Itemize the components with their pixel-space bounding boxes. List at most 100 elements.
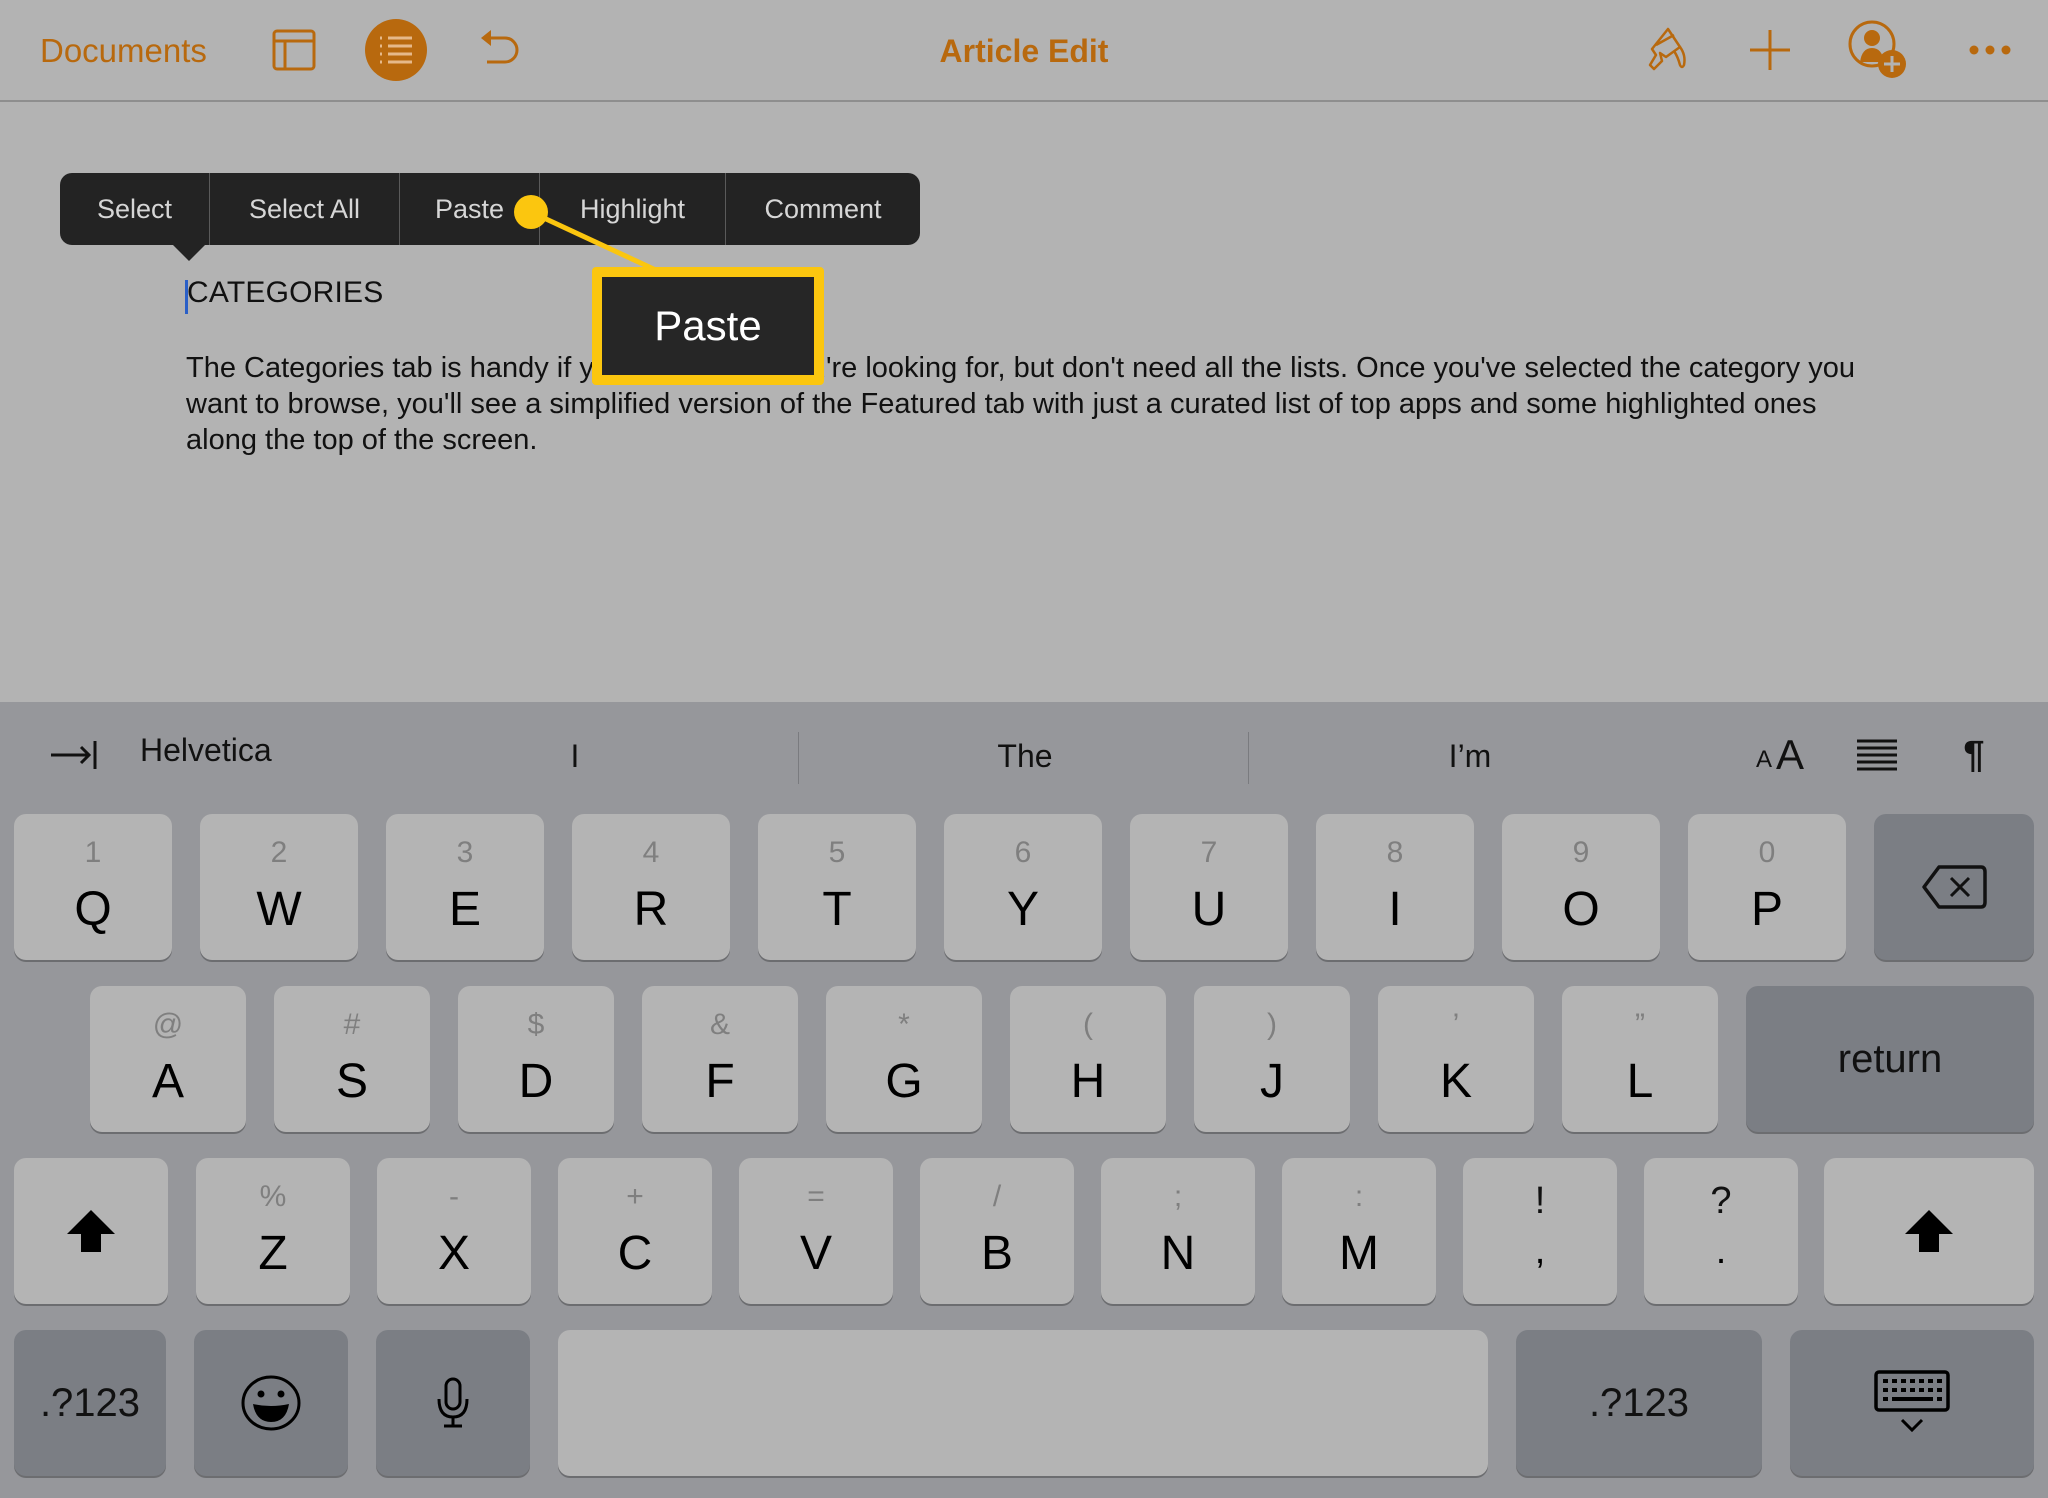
key-d[interactable]: $ D xyxy=(458,986,614,1132)
font-size-small-glyph: A xyxy=(1755,746,1772,773)
emoji-icon xyxy=(241,1375,301,1431)
font-name-button[interactable]: Helvetica xyxy=(140,732,272,769)
key-alt-char: @ xyxy=(152,1008,184,1041)
suggestion-2[interactable]: The xyxy=(940,738,1110,775)
key-e[interactable]: 3E xyxy=(386,814,544,960)
align-icon[interactable] xyxy=(1852,728,1902,782)
key-alt-char: 2 xyxy=(270,836,288,869)
key-alt-char: 9 xyxy=(1572,836,1590,869)
key-o[interactable]: 9O xyxy=(1502,814,1660,960)
shift-key-left[interactable] xyxy=(14,1158,168,1304)
key-l[interactable]: ” L xyxy=(1562,986,1718,1132)
key-q[interactable]: 1Q xyxy=(14,814,172,960)
key-a[interactable]: @ A xyxy=(90,986,246,1132)
space-key[interactable] xyxy=(558,1330,1488,1476)
shift-key-right[interactable] xyxy=(1824,1158,2034,1304)
key-alt-char: - xyxy=(449,1180,459,1213)
key-alt-char: 0 xyxy=(1758,836,1776,869)
key-p[interactable]: 0P xyxy=(1688,814,1846,960)
dictation-key[interactable] xyxy=(376,1330,530,1476)
key-alt-char: $ xyxy=(527,1008,545,1041)
suggestion-1[interactable]: I xyxy=(560,738,590,775)
key-main-char: A xyxy=(151,1055,184,1108)
key-main-char: B xyxy=(980,1227,1013,1280)
key-u[interactable]: 7U xyxy=(1130,814,1288,960)
key-y[interactable]: 6Y xyxy=(944,814,1102,960)
key-main-char: F xyxy=(705,1055,735,1108)
key-main-char: G xyxy=(885,1055,923,1108)
key-alt-char: 3 xyxy=(456,836,474,869)
key-alt-char: * xyxy=(898,1008,910,1041)
key-z[interactable]: % Z xyxy=(196,1158,350,1304)
keyboard-dismiss-icon xyxy=(1874,1370,1950,1433)
key-r[interactable]: 4R xyxy=(572,814,730,960)
key-alt-char: & xyxy=(709,1008,730,1041)
key-main-char: H xyxy=(1070,1055,1106,1108)
key-v[interactable]: = V xyxy=(739,1158,893,1304)
key-c[interactable]: + C xyxy=(558,1158,712,1304)
key-main-char: I xyxy=(1388,883,1402,936)
key-main-char: D xyxy=(518,1055,554,1108)
emoji-key[interactable] xyxy=(194,1330,348,1476)
key-alt-char: ! xyxy=(1534,1180,1546,1222)
callout-dot xyxy=(514,195,548,229)
key-alt-char: 4 xyxy=(642,836,660,869)
key-main-char: T xyxy=(822,883,852,936)
key-k[interactable]: ’ K xyxy=(1378,986,1534,1132)
key-main-char: X xyxy=(437,1227,470,1280)
key-h[interactable]: (H xyxy=(1010,986,1166,1132)
key-n[interactable]: ; N xyxy=(1101,1158,1255,1304)
key-main-char: K xyxy=(1439,1055,1472,1108)
callout-label: Paste xyxy=(654,302,762,349)
key-alt-char: : xyxy=(1354,1180,1364,1213)
key-main-char: , xyxy=(1534,1230,1546,1272)
key-b[interactable]: / B xyxy=(920,1158,1074,1304)
key-alt-char: + xyxy=(626,1180,644,1213)
key-main-char: Y xyxy=(1006,883,1039,936)
key-alt-char: = xyxy=(807,1180,825,1213)
key-w[interactable]: 2W xyxy=(200,814,358,960)
key-main-char: N xyxy=(1160,1227,1196,1280)
tab-icon[interactable] xyxy=(46,728,102,782)
key-main-char: C xyxy=(617,1227,653,1280)
key-s[interactable]: # S xyxy=(274,986,430,1132)
key-alt-char: 7 xyxy=(1200,836,1218,869)
microphone-icon xyxy=(437,1377,469,1428)
key-main-char: L xyxy=(1626,1055,1654,1108)
backspace-key[interactable] xyxy=(1874,814,2034,960)
key-i[interactable]: 8I xyxy=(1316,814,1474,960)
key-main-char: U xyxy=(1191,883,1227,936)
key-alt-char: ” xyxy=(1635,1008,1645,1041)
dismiss-keyboard-key[interactable] xyxy=(1790,1330,2034,1476)
key-main-char: P xyxy=(1750,883,1783,936)
key-alt-char: ? xyxy=(1710,1180,1732,1222)
paragraph-icon[interactable]: ¶ xyxy=(1954,728,1994,782)
key-alt-char: ( xyxy=(1083,1008,1093,1041)
key-alt-char: # xyxy=(343,1008,361,1041)
key-alt-char: / xyxy=(992,1180,1002,1213)
key-main-char: R xyxy=(633,883,669,936)
shortcut-bar: Helvetica I The I’m A A ¶ xyxy=(0,702,2048,810)
key-period[interactable]: ?. xyxy=(1644,1158,1798,1304)
key-main-char: E xyxy=(448,883,481,936)
key-t[interactable]: 5T xyxy=(758,814,916,960)
key-f[interactable]: & F xyxy=(642,986,798,1132)
key-comma[interactable]: !, xyxy=(1463,1158,1617,1304)
numbers-key-right[interactable]: .?123 xyxy=(1516,1330,1762,1476)
suggestion-divider xyxy=(1248,732,1249,784)
key-j[interactable]: ) J xyxy=(1194,986,1350,1132)
key-x[interactable]: -X xyxy=(377,1158,531,1304)
font-size-icon[interactable]: A A xyxy=(1748,728,1812,782)
key-g[interactable]: * G xyxy=(826,986,982,1132)
return-key[interactable]: return xyxy=(1746,986,2034,1132)
callout-label-box: Paste xyxy=(592,267,824,385)
key-alt-char: % xyxy=(259,1180,287,1213)
key-main-char: V xyxy=(799,1227,832,1280)
callout-connector-line xyxy=(529,209,662,275)
key-m[interactable]: :M xyxy=(1282,1158,1436,1304)
numbers-key-left[interactable]: .?123 xyxy=(14,1330,166,1476)
suggestion-3[interactable]: I’m xyxy=(1390,738,1550,775)
key-main-char: S xyxy=(335,1055,368,1108)
key-main-char: M xyxy=(1339,1227,1379,1280)
font-size-large-glyph: A xyxy=(1776,731,1805,778)
